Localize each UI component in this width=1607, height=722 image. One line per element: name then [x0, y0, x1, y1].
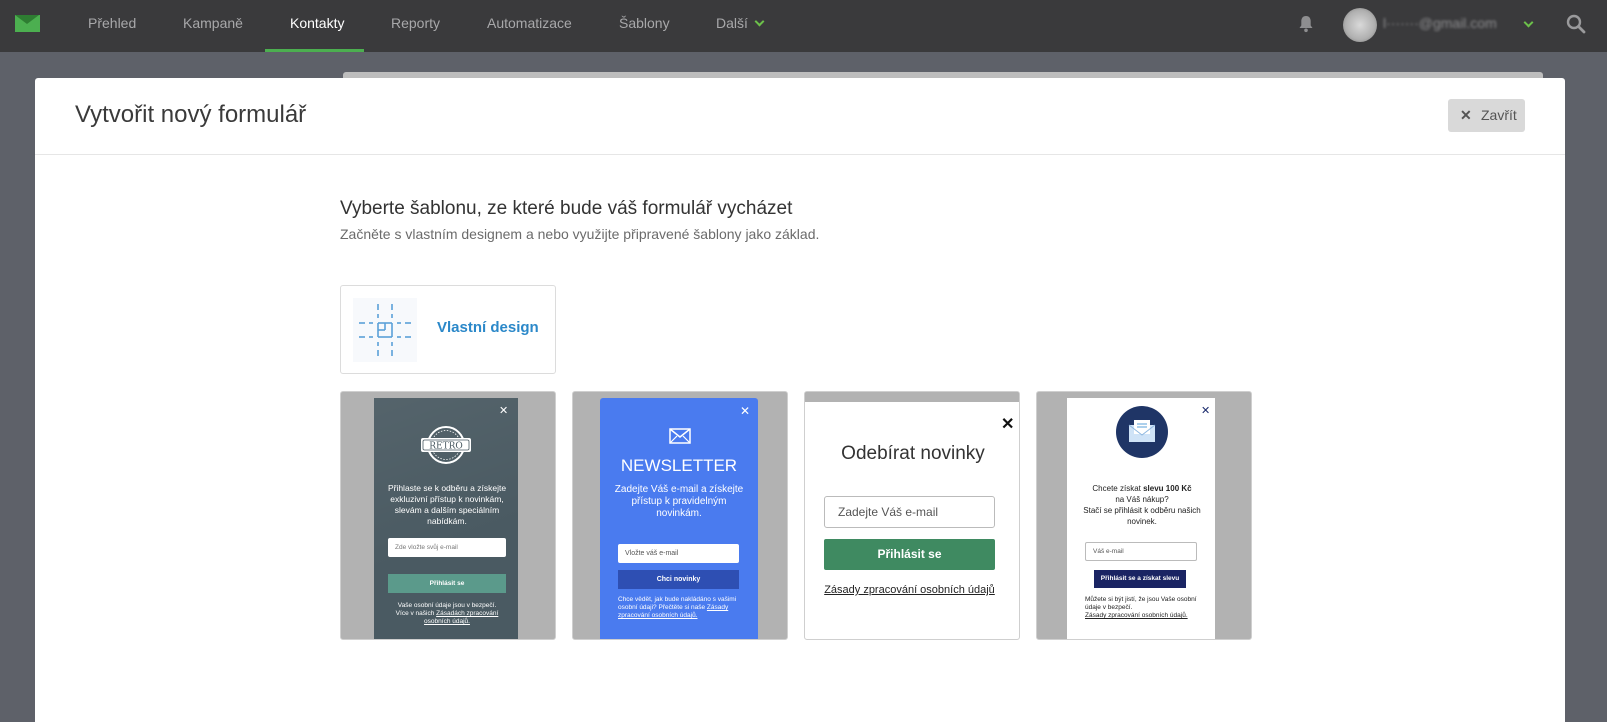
create-form-modal: Vytvořit nový formulář ✕ Zavřít Vyberte …	[35, 78, 1565, 722]
odebirat-privacy-link: Zásady zpracování osobních údajů	[824, 584, 995, 596]
template-heading: Vyberte šablonu, ze které bude váš formu…	[340, 198, 793, 219]
close-icon: ✕	[1460, 107, 1472, 123]
mail-icon	[1128, 420, 1156, 442]
nav-item-dalsi-label: Další	[716, 15, 748, 31]
close-icon: ✕	[1001, 416, 1015, 433]
template-card-odebirat[interactable]: ✕ Odebírat novinky Zadejte Váš e-mail Př…	[804, 391, 1020, 640]
odebirat-title: Odebírat novinky	[841, 443, 985, 464]
search-icon[interactable]	[1566, 14, 1586, 34]
sleva-submit-button: Přihlásit se a získat slevu	[1094, 570, 1186, 588]
envelope-icon	[669, 428, 691, 444]
user-email[interactable]: l·······@gmail.com	[1383, 15, 1497, 31]
retro-footer: Vaše osobní údaje jsou v bezpečí. Více v…	[383, 602, 511, 626]
newsletter-title: NEWSLETTER	[620, 456, 738, 475]
odebirat-preview-top	[805, 392, 1019, 402]
newsletter-email-field: Vložte váš e-mail	[618, 544, 739, 563]
layout-grid-icon	[353, 298, 417, 362]
modal-title: Vytvořit nový formulář	[75, 101, 307, 128]
close-button-label: Zavřít	[1481, 107, 1517, 123]
sleva-footer: Můžete si být jistí, že jsou Vaše osobní…	[1085, 596, 1211, 620]
retro-footer-line2: Více v našich	[395, 610, 435, 617]
bell-icon[interactable]	[1298, 15, 1314, 33]
sleva-email-field: Váš e-mail	[1085, 542, 1197, 561]
template-subheading: Začněte s vlastním designem a nebo využi…	[340, 226, 820, 242]
odebirat-email-field: Zadejte Váš e-mail	[824, 496, 995, 528]
sleva-text-bold: slevu 100 Kč	[1143, 484, 1192, 493]
template-card-sleva[interactable]: ✕ Chcete získat slevu 100 Kč na Váš náku…	[1036, 391, 1252, 640]
nav-item-automatizace[interactable]: Automatizace	[487, 0, 572, 52]
close-icon: ✕	[1201, 405, 1211, 417]
custom-design-card[interactable]: Vlastní design	[340, 285, 556, 374]
sleva-footer-link: Zásady zpracování osobních údajů.	[1085, 612, 1188, 619]
app-logo-icon[interactable]	[15, 15, 40, 32]
sleva-text2: Stačí se přihlásit k odběru našich novin…	[1083, 506, 1201, 526]
newsletter-footer: Chce vědět, jak bude nakládáno s vašimi …	[618, 596, 748, 620]
nav-item-sablony[interactable]: Šablony	[619, 0, 670, 52]
retro-badge-text: RETRO	[429, 442, 463, 452]
odebirat-submit-button: Přihlásit se	[824, 539, 995, 570]
nav-item-reporty[interactable]: Reporty	[391, 0, 440, 52]
retro-footer-line1: Vaše osobní údaje jsou v bezpečí.	[397, 602, 497, 609]
retro-submit-button: Přihlásit se	[388, 574, 506, 593]
sleva-footer-text: Můžete si být jistí, že jsou Vaše osobní…	[1085, 596, 1197, 611]
retro-text: Přihlaste se k odběru a získejte exkluzi…	[387, 483, 507, 526]
user-menu-chevron-icon[interactable]	[1523, 17, 1534, 28]
avatar[interactable]	[1343, 8, 1377, 42]
close-button[interactable]: ✕ Zavřít	[1448, 99, 1525, 132]
nav-item-prehled[interactable]: Přehled	[88, 0, 136, 52]
nav-item-kampane[interactable]: Kampaně	[183, 0, 243, 52]
retro-email-field: Zde vložte svůj e-mail	[388, 538, 506, 557]
template-card-newsletter[interactable]: ✕ NEWSLETTER Zadejte Váš e-mail a získej…	[572, 391, 788, 640]
retro-badge: RETRO	[421, 426, 471, 464]
nav-item-kontakty[interactable]: Kontakty	[290, 0, 344, 52]
close-icon: ✕	[499, 405, 509, 417]
active-tab-indicator	[265, 49, 364, 52]
sleva-text: Chcete získat slevu 100 Kč na Váš nákup?…	[1073, 483, 1211, 527]
template-card-retro[interactable]: ✕ RETRO Přihlaste se k odběru a získejte…	[340, 391, 556, 640]
newsletter-text: Zadejte Váš e-mail a získejte přístup k …	[614, 484, 744, 519]
retro-footer-link: Zásadách zpracování osobních údajů.	[424, 610, 499, 625]
chevron-down-icon	[754, 16, 765, 27]
nav-item-dalsi[interactable]: Další	[716, 0, 765, 52]
newsletter-submit-button: Chci novinky	[618, 570, 739, 589]
sleva-text-post: na Váš nákup?	[1115, 495, 1169, 504]
close-icon: ✕	[740, 404, 751, 418]
sleva-text-pre: Chcete získat	[1092, 484, 1141, 493]
modal-header: Vytvořit nový formulář ✕ Zavřít	[35, 78, 1565, 155]
top-navbar: Přehled Kampaně Kontakty Reporty Automat…	[0, 0, 1607, 52]
custom-design-label: Vlastní design	[437, 319, 539, 336]
